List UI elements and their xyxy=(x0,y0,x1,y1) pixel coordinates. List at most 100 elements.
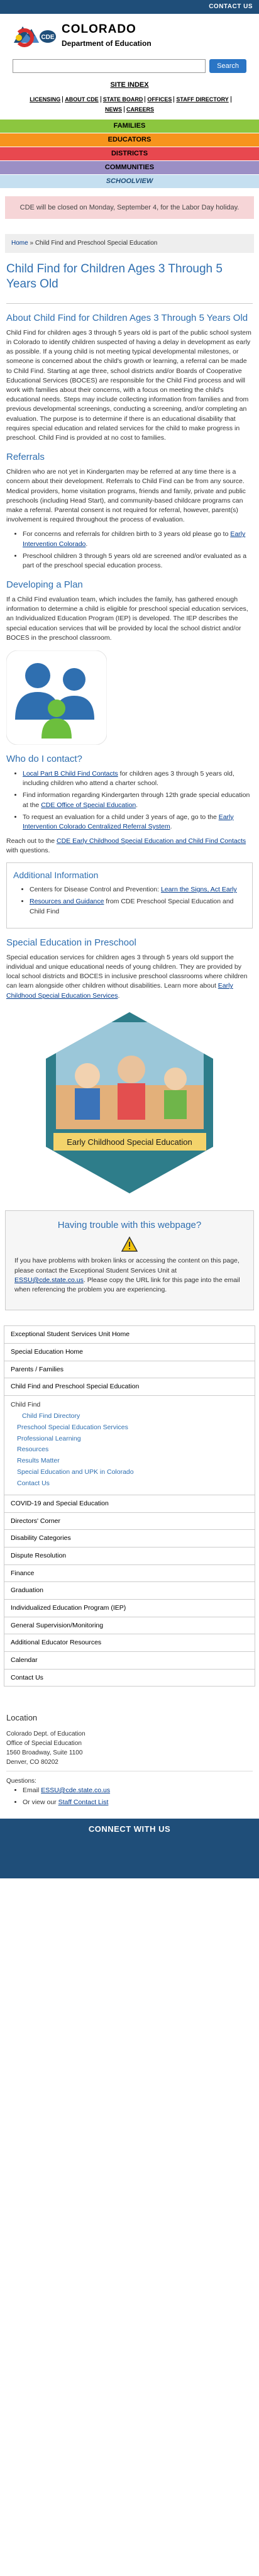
logo-subtitle: Department of Education xyxy=(62,38,152,48)
sidenav-item[interactable]: Calendar xyxy=(4,1652,255,1670)
nav-educators[interactable]: EDUCATORS xyxy=(0,133,259,147)
list-item: Preschool children 3 through 5 years old… xyxy=(23,552,253,571)
location-block: Location Colorado Dept. of Education Off… xyxy=(6,1712,253,1807)
search-input[interactable] xyxy=(13,59,206,73)
closure-banner: CDE will be closed on Monday, September … xyxy=(5,196,254,220)
list-item: Centers for Disease Control and Preventi… xyxy=(30,885,246,895)
offices-link[interactable]: OFFICES xyxy=(145,96,175,103)
sidenav-item[interactable]: Parents / Families xyxy=(4,1361,255,1379)
about-text: Child Find for children ages 3 through 5… xyxy=(6,328,251,442)
additional-info-box: Additional Information Centers for Disea… xyxy=(6,862,253,928)
trouble-text: If you have problems with broken links o… xyxy=(14,1257,240,1294)
who-heading: Who do I contact? xyxy=(6,754,82,765)
sidenav-subitem[interactable]: Child Find xyxy=(11,1400,248,1411)
logo-title: COLORADO xyxy=(62,23,136,36)
breadcrumb: Home » Child Find and Preschool Special … xyxy=(5,234,254,254)
sidenav-subitem[interactable]: Results Matter xyxy=(11,1456,248,1467)
sidenav-item[interactable]: Contact Us xyxy=(4,1669,255,1687)
list-item: Email ESSU@cde.state.co.us xyxy=(23,1786,253,1795)
trouble-box: Having trouble with this webpage? If you… xyxy=(5,1210,254,1311)
who-list: Local Part B Child Find Contacts for chi… xyxy=(6,769,253,832)
breadcrumb-current: Child Find and Preschool Special Educati… xyxy=(35,240,158,247)
staff-directory-link[interactable]: STAFF DIRECTORY xyxy=(174,96,231,103)
plan-text: If a Child Find evaluation team, which i… xyxy=(6,596,248,642)
main-nav: FAMILIES EDUCATORS DISTRICTS COMMUNITIES… xyxy=(0,119,259,189)
sidenav-subitem[interactable]: Special Education and UPK in Colorado xyxy=(11,1467,248,1478)
questions-label: Questions: xyxy=(6,1777,36,1785)
reach-out-text: Reach out to the CDE Early Childhood Spe… xyxy=(6,837,246,855)
referrals-text: Children who are not yet in Kindergarten… xyxy=(6,468,246,524)
sidenav-subitem[interactable]: Child Find Directory xyxy=(11,1411,248,1422)
nav-schoolview[interactable]: SCHOOLVIEW xyxy=(0,174,259,189)
search-bar: Search xyxy=(0,53,259,75)
nav-districts[interactable]: DISTRICTS xyxy=(0,147,259,161)
sidenav-item[interactable]: Directors' Corner xyxy=(4,1512,255,1531)
sidenav-item-active[interactable]: Child Find and Preschool Special Educati… xyxy=(4,1378,255,1397)
essu-email-link[interactable]: ESSU@cde.state.co.us xyxy=(14,1276,84,1284)
office-special-education-link[interactable]: CDE Office of Special Education xyxy=(41,801,136,809)
sidenav-subitem[interactable]: Resources xyxy=(11,1444,248,1456)
sidenav-item[interactable]: General Supervision/Monitoring xyxy=(4,1617,255,1635)
sidenav-submenu: Child Find Child Find Directory Preschoo… xyxy=(4,1396,255,1495)
nav-families[interactable]: FAMILIES xyxy=(0,119,259,133)
location-heading: Location xyxy=(6,1713,38,1723)
address-line: 1560 Broadway, Suite 1100 xyxy=(6,1749,83,1756)
staff-contact-list-link[interactable]: Staff Contact List xyxy=(58,1798,109,1806)
ecse-hexagon-image[interactable]: Early Childhood Special Education xyxy=(43,1010,216,1195)
child-find-contacts-link[interactable]: Local Part B Child Find Contacts xyxy=(23,770,118,778)
breadcrumb-home[interactable]: Home xyxy=(11,240,28,247)
footer: CONNECT WITH US xyxy=(0,1819,259,1879)
careers-link[interactable]: CAREERS xyxy=(124,106,156,113)
sidenav-item[interactable]: COVID-19 and Special Education xyxy=(4,1495,255,1513)
location-email-link[interactable]: ESSU@cde.state.co.us xyxy=(41,1787,110,1794)
sidenav-item[interactable]: Special Education Home xyxy=(4,1344,255,1361)
sidenav-item[interactable]: Finance xyxy=(4,1564,255,1583)
list-item: Or view our Staff Contact List xyxy=(23,1798,253,1807)
utility-links: LICENSING ABOUT CDE STATE BOARD OFFICES STAF… xyxy=(0,92,259,117)
address-line: Denver, CO 80202 xyxy=(6,1758,58,1766)
sidenav-item[interactable]: Additional Educator Resources xyxy=(4,1634,255,1653)
sidenav-item[interactable]: Individualized Education Program (IEP) xyxy=(4,1599,255,1617)
top-bar: CONTACT US xyxy=(0,0,259,14)
list-item: To request an evaluation for a child und… xyxy=(23,813,253,832)
address-line: Colorado Dept. of Education xyxy=(6,1730,85,1737)
about-cde-link[interactable]: ABOUT CDE xyxy=(63,96,101,103)
referrals-list: For concerns and referrals for children … xyxy=(6,530,253,571)
state-board-link[interactable]: STATE BOARD xyxy=(101,96,146,103)
preschool-heading: Special Education in Preschool xyxy=(6,937,136,948)
page-title: Child Find for Children Ages 3 Through 5… xyxy=(6,262,223,291)
site-index-link[interactable]: SITE INDEX xyxy=(110,81,148,89)
learn-signs-link[interactable]: Learn the Signs, Act Early xyxy=(161,886,237,893)
family-illustration-icon xyxy=(6,650,107,745)
trouble-heading: Having trouble with this webpage? xyxy=(57,1219,202,1230)
nav-communities[interactable]: COMMUNITIES xyxy=(0,160,259,175)
ecse-contacts-link[interactable]: CDE Early Childhood Special Education an… xyxy=(57,837,246,845)
site-index: SITE INDEX xyxy=(0,81,259,90)
search-button[interactable]: Search xyxy=(209,59,246,73)
sidenav-item[interactable]: Graduation xyxy=(4,1582,255,1600)
sidenav-item[interactable]: Exceptional Student Services Unit Home xyxy=(4,1325,255,1344)
site-logo[interactable]: CDE COLORADO Department of Education xyxy=(0,14,259,53)
warning-icon xyxy=(14,1236,245,1252)
list-item: For concerns and referrals for children … xyxy=(23,530,253,549)
sidenav-subitem[interactable]: Preschool Special Education Services xyxy=(11,1422,248,1434)
hexagon-label: Early Childhood Special Education xyxy=(67,1137,192,1147)
sidenav-subitem[interactable]: Contact Us xyxy=(11,1478,248,1490)
about-heading: About Child Find for Children Ages 3 Thr… xyxy=(6,312,248,323)
licensing-link[interactable]: LICENSING xyxy=(28,96,63,103)
sidenav-item[interactable]: Dispute Resolution xyxy=(4,1547,255,1565)
cde-badge: CDE xyxy=(41,34,54,41)
sidenav-item[interactable]: Disability Categories xyxy=(4,1530,255,1547)
news-link[interactable]: NEWS xyxy=(102,106,124,113)
additional-heading: Additional Information xyxy=(13,869,99,880)
contact-us-link[interactable]: CONTACT US xyxy=(209,3,253,11)
sidenav-subitem[interactable]: Professional Learning xyxy=(11,1434,248,1445)
colorado-logo-icon: CDE xyxy=(13,21,57,49)
preschool-text: Special education services for children … xyxy=(6,953,248,1000)
address-line: Office of Special Education xyxy=(6,1739,82,1747)
side-nav: Exceptional Student Services Unit Home S… xyxy=(4,1325,255,1687)
plan-heading: Developing a Plan xyxy=(6,579,83,591)
referrals-heading: Referrals xyxy=(6,452,45,463)
connect-with-us: CONNECT WITH US xyxy=(88,1824,171,1834)
resources-guidance-link[interactable]: Resources and Guidance xyxy=(30,898,104,905)
